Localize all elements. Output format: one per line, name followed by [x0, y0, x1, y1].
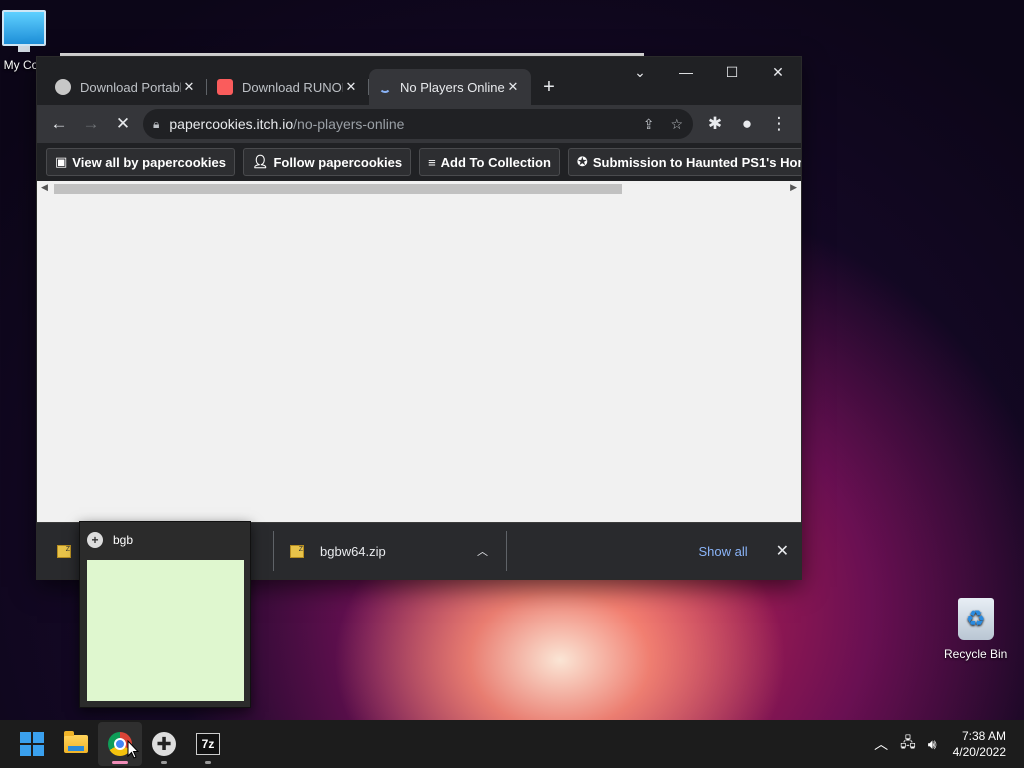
add-to-collection-button[interactable]: ≡ Add To Collection: [419, 148, 560, 176]
back-button[interactable]: ←: [43, 108, 75, 140]
file-explorer-button[interactable]: [54, 722, 98, 766]
new-tab-button[interactable]: +: [531, 69, 567, 105]
star-icon[interactable]: ☆: [670, 116, 683, 133]
lock-icon[interactable]: 🔒︎: [153, 117, 159, 132]
bgb-button[interactable]: ✚: [142, 722, 186, 766]
running-indicator: [205, 761, 211, 764]
tab-title: Download Portable: [80, 79, 181, 95]
menu-icon[interactable]: ⋮: [763, 108, 795, 140]
start-button[interactable]: [10, 722, 54, 766]
scrollbar-thumb[interactable]: [54, 184, 622, 194]
loading-icon: [379, 81, 391, 93]
address-host: papercookies.itch.io: [169, 116, 294, 132]
volume-icon[interactable]: 🔊︎: [928, 736, 937, 753]
follow-user-icon: 👤︎: [251, 154, 269, 169]
tab-search-button[interactable]: ⌄: [617, 57, 663, 87]
system-tray: ︿ 🖧 🔊︎ 7:38 AM 4/20/2022: [868, 720, 1024, 768]
taskbar: ✚ 7z ︿ 🖧 🔊︎ 7:38 AM 4/20/2022: [0, 720, 1024, 768]
close-tab-icon[interactable]: ✕: [181, 79, 197, 95]
address-path: /no-players-online: [293, 116, 405, 132]
tab-download-portable[interactable]: Download Portable ✕: [45, 69, 207, 105]
close-downloads-icon[interactable]: ✕: [776, 541, 789, 561]
desktop-icon-recycle-bin[interactable]: ♻ Recycle Bin: [944, 598, 1007, 661]
desktop-icon-label: Recycle Bin: [944, 647, 1008, 661]
start-icon: [20, 732, 44, 756]
minimize-button[interactable]: —: [663, 57, 709, 87]
zip-icon: Z: [290, 544, 304, 558]
close-tab-icon[interactable]: ✕: [505, 79, 521, 95]
follow-button[interactable]: 👤︎ Follow papercookies: [242, 148, 412, 176]
tab-no-players-online[interactable]: No Players Online ✕: [369, 69, 531, 105]
tab-title: No Players Online: [400, 79, 505, 95]
chevron-up-icon[interactable]: ︿: [477, 543, 488, 559]
page-content[interactable]: ◀ ▶: [37, 181, 801, 523]
address-bar[interactable]: 🔒︎ papercookies.itch.io/no-players-onlin…: [143, 109, 693, 139]
steam-icon: [55, 79, 71, 95]
desktop-icon-label: My Co: [3, 58, 39, 72]
mouse-cursor-icon: [127, 740, 139, 759]
maximize-button[interactable]: ☐: [709, 57, 755, 87]
preview-thumbnail[interactable]: [87, 560, 244, 701]
forward-button[interactable]: →: [75, 108, 107, 140]
7zip-icon: 7z: [196, 733, 220, 755]
submission-label: Submission to Haunted PS1's Horrifying: [592, 154, 801, 170]
window-controls: ⌄ — ☐ ✕: [617, 57, 801, 87]
network-icon[interactable]: 🖧: [900, 732, 916, 756]
tab-title: Download RUNON: [242, 79, 343, 95]
award-icon: ✪: [576, 154, 588, 169]
download-filename: bgbw64.zip: [320, 543, 386, 559]
bgb-icon: ✚: [152, 732, 176, 756]
running-indicator: [112, 761, 128, 764]
tab-download-runon[interactable]: Download RUNON ✕: [207, 69, 369, 105]
clock[interactable]: 7:38 AM 4/20/2022: [953, 728, 1006, 760]
divider: [506, 531, 507, 571]
close-window-button[interactable]: ✕: [755, 57, 801, 87]
view-all-button[interactable]: ▣ View all by papercookies: [46, 148, 235, 176]
taskbar-thumbnail-preview[interactable]: + bgb: [79, 521, 251, 708]
show-all-button[interactable]: Show all: [698, 544, 747, 559]
profile-icon[interactable]: ●: [731, 108, 763, 140]
download-item[interactable]: Z bgbw64.zip ︿: [274, 523, 506, 579]
follow-label: Follow papercookies: [273, 154, 403, 170]
add-to-collection-label: Add To Collection: [440, 154, 551, 170]
browser-window[interactable]: Download Portable ✕ Download RUNON ✕ No …: [37, 57, 801, 579]
file-explorer-icon: [64, 731, 88, 753]
itchio-icon: [217, 79, 233, 95]
close-tab-icon[interactable]: ✕: [343, 79, 359, 95]
recycle-bin-icon: ♻: [957, 598, 994, 640]
itchio-icon: ▣: [55, 154, 68, 169]
running-indicator: [161, 761, 167, 764]
page-header-bar: ▣ View all by papercookies 👤︎ Follow pap…: [37, 143, 801, 181]
add-list-icon: ≡: [428, 154, 436, 170]
horizontal-scrollbar[interactable]: ◀ ▶: [37, 181, 801, 195]
bgb-icon: +: [87, 532, 103, 548]
preview-title: bgb: [113, 533, 134, 547]
view-all-label: View all by papercookies: [72, 154, 226, 170]
scroll-right-icon[interactable]: ▶: [790, 182, 797, 193]
extensions-icon[interactable]: ✱: [699, 108, 731, 140]
zip-icon: Z: [57, 544, 71, 558]
clock-date: 4/20/2022: [952, 745, 1006, 759]
clock-time: 7:38 AM: [961, 729, 1006, 743]
preview-header: + bgb: [80, 522, 250, 558]
share-icon[interactable]: ⇪: [643, 116, 655, 133]
7zip-button[interactable]: 7z: [186, 722, 230, 766]
stop-loading-button[interactable]: ✕: [107, 108, 139, 140]
tab-strip: Download Portable ✕ Download RUNON ✕ No …: [37, 57, 801, 105]
chevron-up-icon[interactable]: ︿: [874, 734, 888, 754]
submission-button[interactable]: ✪ Submission to Haunted PS1's Horrifying: [567, 148, 801, 176]
scroll-left-icon[interactable]: ◀: [41, 182, 48, 193]
browser-toolbar: ← → ✕ 🔒︎ papercookies.itch.io/no-players…: [37, 105, 801, 143]
monitor-icon: [2, 10, 46, 52]
